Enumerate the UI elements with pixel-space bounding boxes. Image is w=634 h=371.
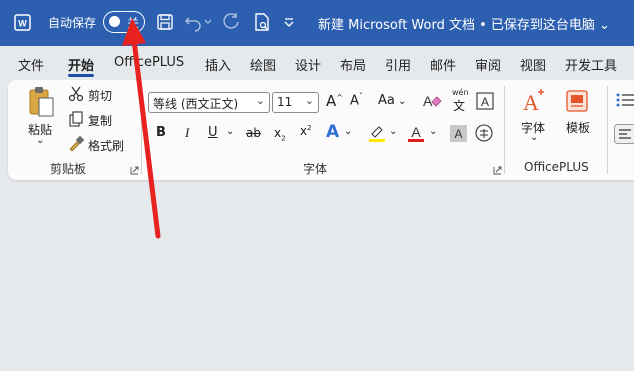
annotation-arrow — [122, 18, 161, 239]
